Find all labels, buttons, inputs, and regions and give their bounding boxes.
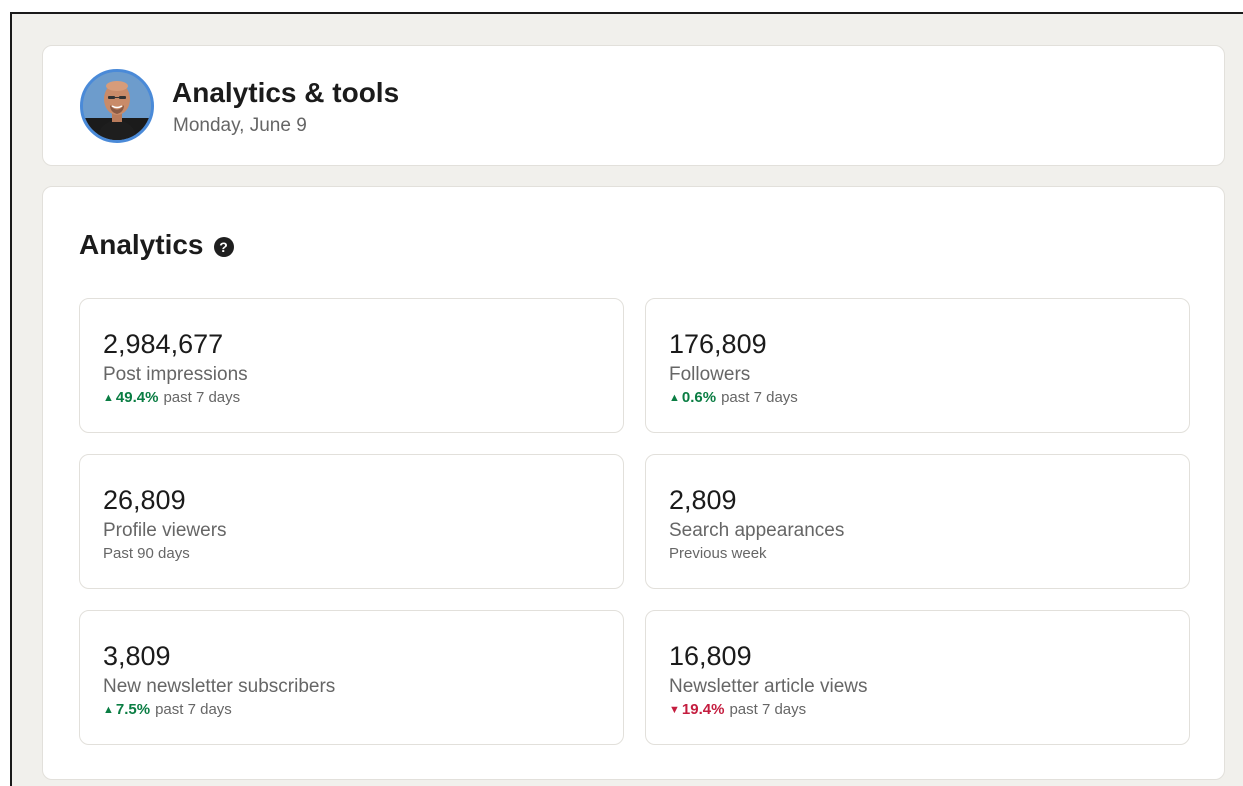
avatar[interactable]: [80, 69, 154, 143]
tile-followers[interactable]: 176,809 Followers ▲ 0.6% past 7 days: [645, 298, 1190, 433]
tile-label: Search appearances: [669, 520, 845, 541]
triangle-down-icon: ▼: [669, 703, 680, 716]
analytics-card: Analytics ? 2,984,677 Post impressions ▲…: [42, 186, 1225, 780]
tile-label: Newsletter article views: [669, 676, 868, 697]
tile-label: Profile viewers: [103, 520, 227, 541]
tile-period: Previous week: [669, 545, 767, 562]
analytics-title: Analytics: [79, 229, 204, 260]
change-period: past 7 days: [163, 389, 241, 406]
page-title: Analytics & tools: [172, 77, 400, 108]
tile-post-impressions[interactable]: 2,984,677 Post impressions ▲ 49.4% past …: [79, 298, 624, 433]
change-percent: 7.5%: [115, 701, 151, 718]
tile-value: 26,809: [103, 485, 186, 515]
tile-newsletter-article-views[interactable]: 16,809 Newsletter article views ▼ 19.4% …: [645, 610, 1190, 745]
tile-label: Followers: [669, 364, 751, 385]
change-percent: 19.4%: [681, 701, 725, 718]
tile-value: 2,984,677: [103, 329, 224, 359]
tile-label: Post impressions: [103, 364, 248, 385]
avatar-photo: [83, 72, 151, 140]
tile-change: ▼ 19.4% past 7 days: [669, 701, 806, 718]
analytics-heading: Analytics ?: [79, 229, 234, 261]
page-frame: Analytics & tools Monday, June 9 Analyti…: [10, 12, 1243, 786]
date-label: Monday, June 9: [173, 115, 307, 136]
triangle-up-icon: ▲: [103, 703, 114, 716]
tile-label: New newsletter subscribers: [103, 676, 336, 697]
tile-value: 176,809: [669, 329, 767, 359]
tile-period: Past 90 days: [103, 545, 190, 562]
change-percent: 0.6%: [681, 389, 717, 406]
change-period: past 7 days: [155, 701, 232, 718]
tile-search-appearances[interactable]: 2,809 Search appearances Previous week: [645, 454, 1190, 589]
tile-change: ▲ 7.5% past 7 days: [103, 701, 232, 718]
question-circle-icon[interactable]: ?: [213, 237, 234, 257]
change-percent: 49.4%: [115, 389, 159, 406]
triangle-up-icon: ▲: [103, 391, 114, 404]
change-period: past 7 days: [721, 389, 798, 406]
tile-value: 2,809: [669, 485, 737, 515]
change-period: past 7 days: [729, 701, 807, 718]
triangle-up-icon: ▲: [669, 391, 680, 404]
tile-profile-viewers[interactable]: 26,809 Profile viewers Past 90 days: [79, 454, 624, 589]
header-card: Analytics & tools Monday, June 9: [42, 45, 1225, 166]
tile-change: ▲ 0.6% past 7 days: [669, 389, 798, 406]
tile-value: 16,809: [669, 641, 752, 671]
tile-change: ▲ 49.4% past 7 days: [103, 389, 240, 406]
tile-newsletter-subscribers[interactable]: 3,809 New newsletter subscribers ▲ 7.5% …: [79, 610, 624, 745]
tile-value: 3,809: [103, 641, 171, 671]
